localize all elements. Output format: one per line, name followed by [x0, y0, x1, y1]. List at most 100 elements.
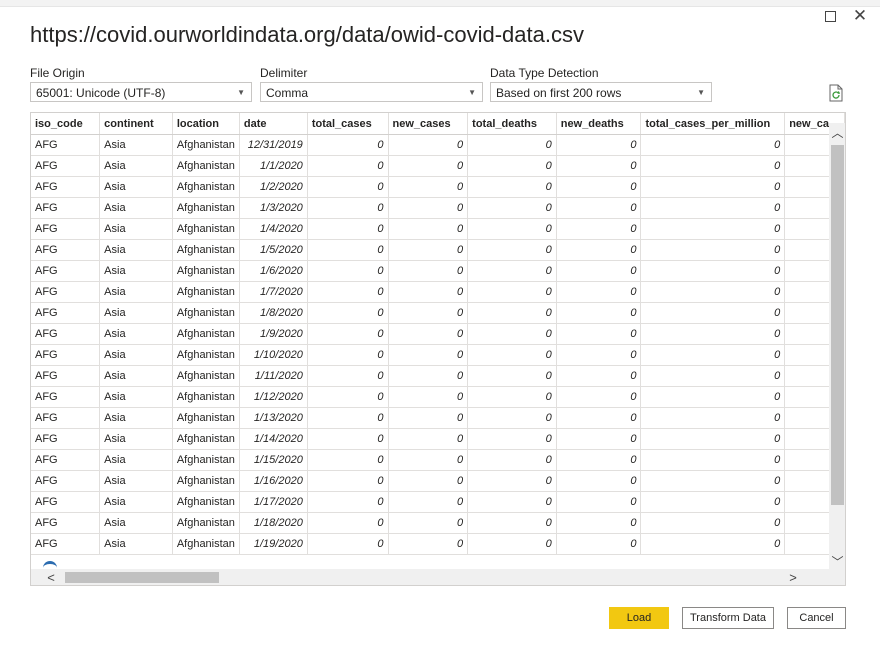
table-cell: 0: [640, 218, 786, 240]
delimiter-select[interactable]: Comma ▼: [260, 82, 483, 102]
table-cell: Asia: [99, 176, 173, 198]
table-row: AFG Asia Afghanistan 1/9/2020 0 0 0 0 0: [31, 323, 845, 345]
table-row: AFG Asia Afghanistan 1/7/2020 0 0 0 0 0: [31, 281, 845, 303]
table-cell: 1/10/2020: [239, 344, 308, 366]
table-header-row: iso_code continent location date total_cases…: [31, 113, 845, 135]
table-cell: AFG: [31, 386, 101, 408]
table-row: AFG Asia Afghanistan 1/17/2020 0 0 0 0 0: [31, 491, 845, 513]
load-button[interactable]: Load: [609, 607, 669, 629]
transform-data-button[interactable]: Transform Data: [682, 607, 774, 629]
table-cell: 0: [467, 323, 557, 345]
horizontal-scroll-thumb[interactable]: [65, 572, 219, 583]
table-cell: Afghanistan: [172, 323, 240, 345]
table-cell: 0: [307, 197, 389, 219]
table-cell: Afghanistan: [172, 449, 240, 471]
table-row: AFG Asia Afghanistan 1/2/2020 0 0 0 0 0: [31, 176, 845, 198]
table-cell: 0: [307, 239, 389, 261]
table-cell: 0: [388, 428, 469, 450]
table-body: AFG Asia Afghanistan 12/31/2019 0 0 0 0 0 AFG Asia…: [31, 134, 845, 555]
table-cell: Asia: [99, 449, 173, 471]
table-cell: Asia: [99, 533, 173, 555]
table-row: AFG Asia Afghanistan 1/6/2020 0 0 0 0 0: [31, 260, 845, 282]
column-header[interactable]: total_cases: [307, 113, 389, 135]
table-cell: 0: [556, 260, 642, 282]
table-cell: 0: [556, 281, 642, 303]
chevron-right-icon[interactable]: >: [785, 569, 801, 585]
table-cell: 0: [388, 344, 469, 366]
table-cell: 0: [307, 449, 389, 471]
chevron-down-icon: ▼: [468, 88, 476, 97]
column-header[interactable]: new_cases: [388, 113, 469, 135]
horizontal-scrollbar[interactable]: < >: [31, 569, 829, 585]
table-cell: 0: [556, 491, 642, 513]
table-cell: 0: [467, 533, 557, 555]
table-cell: Afghanistan: [172, 533, 240, 555]
vertical-scrollbar[interactable]: ︿ ﹀: [829, 123, 845, 570]
table-cell: 0: [467, 470, 557, 492]
table-cell: Afghanistan: [172, 155, 240, 177]
table-row: AFG Asia Afghanistan 1/1/2020 0 0 0 0 0: [31, 155, 845, 177]
table-cell: 1/6/2020: [239, 260, 308, 282]
table-cell: 1/14/2020: [239, 428, 308, 450]
table-cell: Asia: [99, 134, 173, 156]
column-header[interactable]: total_cases_per_million: [640, 113, 786, 135]
table-cell: 0: [640, 449, 786, 471]
chevron-up-icon[interactable]: ︿: [829, 125, 845, 141]
table-cell: 0: [640, 407, 786, 429]
table-cell: Afghanistan: [172, 428, 240, 450]
column-header[interactable]: total_deaths: [467, 113, 557, 135]
dialog-title: https://covid.ourworldindata.org/data/ow…: [30, 22, 584, 47]
table-cell: 0: [556, 176, 642, 198]
detection-value: Based on first 200 rows: [496, 86, 622, 100]
table-cell: 0: [467, 281, 557, 303]
table-cell: Afghanistan: [172, 134, 240, 156]
table-cell: 0: [467, 344, 557, 366]
table-cell: Afghanistan: [172, 176, 240, 198]
table-cell: AFG: [31, 323, 101, 345]
table-cell: 0: [388, 365, 469, 387]
table-cell: 0: [388, 491, 469, 513]
column-header[interactable]: continent: [99, 113, 173, 135]
table-cell: 0: [640, 491, 786, 513]
table-cell: 0: [467, 491, 557, 513]
table-cell: 0: [556, 449, 642, 471]
table-cell: Afghanistan: [172, 365, 240, 387]
vertical-scroll-thumb[interactable]: [831, 145, 844, 505]
table-cell: 0: [307, 407, 389, 429]
refresh-file-icon[interactable]: [828, 84, 844, 102]
table-cell: Afghanistan: [172, 344, 240, 366]
table-row: AFG Asia Afghanistan 1/5/2020 0 0 0 0 0: [31, 239, 845, 261]
maximize-icon[interactable]: [822, 8, 838, 24]
column-header[interactable]: location: [172, 113, 240, 135]
file-origin-select[interactable]: 65001: Unicode (UTF-8) ▼: [30, 82, 252, 102]
close-icon[interactable]: ✕: [852, 7, 868, 24]
detection-label: Data Type Detection: [490, 66, 599, 80]
table-cell: 0: [388, 323, 469, 345]
table-cell: Asia: [99, 344, 173, 366]
table-cell: 0: [556, 386, 642, 408]
column-header[interactable]: iso_code: [31, 113, 101, 135]
table-cell: Asia: [99, 218, 173, 240]
chevron-down-icon[interactable]: ﹀: [829, 554, 845, 570]
table-cell: 0: [556, 344, 642, 366]
chevron-left-icon[interactable]: <: [43, 569, 59, 585]
table-cell: 1/13/2020: [239, 407, 308, 429]
table-cell: 0: [640, 323, 786, 345]
table-cell: 0: [307, 218, 389, 240]
table-cell: 1/4/2020: [239, 218, 308, 240]
table-cell: 0: [640, 197, 786, 219]
file-origin-label: File Origin: [30, 66, 85, 80]
cancel-button[interactable]: Cancel: [787, 607, 846, 629]
column-header[interactable]: date: [239, 113, 308, 135]
table-cell: 0: [307, 302, 389, 324]
column-header[interactable]: new_deaths: [556, 113, 642, 135]
table-cell: 1/7/2020: [239, 281, 308, 303]
table-cell: 0: [467, 134, 557, 156]
preview-table-container: iso_code continent location date total_cases…: [30, 112, 846, 586]
table-cell: 0: [640, 386, 786, 408]
detection-select[interactable]: Based on first 200 rows ▼: [490, 82, 712, 102]
table-cell: 0: [307, 512, 389, 534]
table-cell: Afghanistan: [172, 470, 240, 492]
table-row: AFG Asia Afghanistan 1/8/2020 0 0 0 0 0: [31, 302, 845, 324]
table-cell: Afghanistan: [172, 407, 240, 429]
